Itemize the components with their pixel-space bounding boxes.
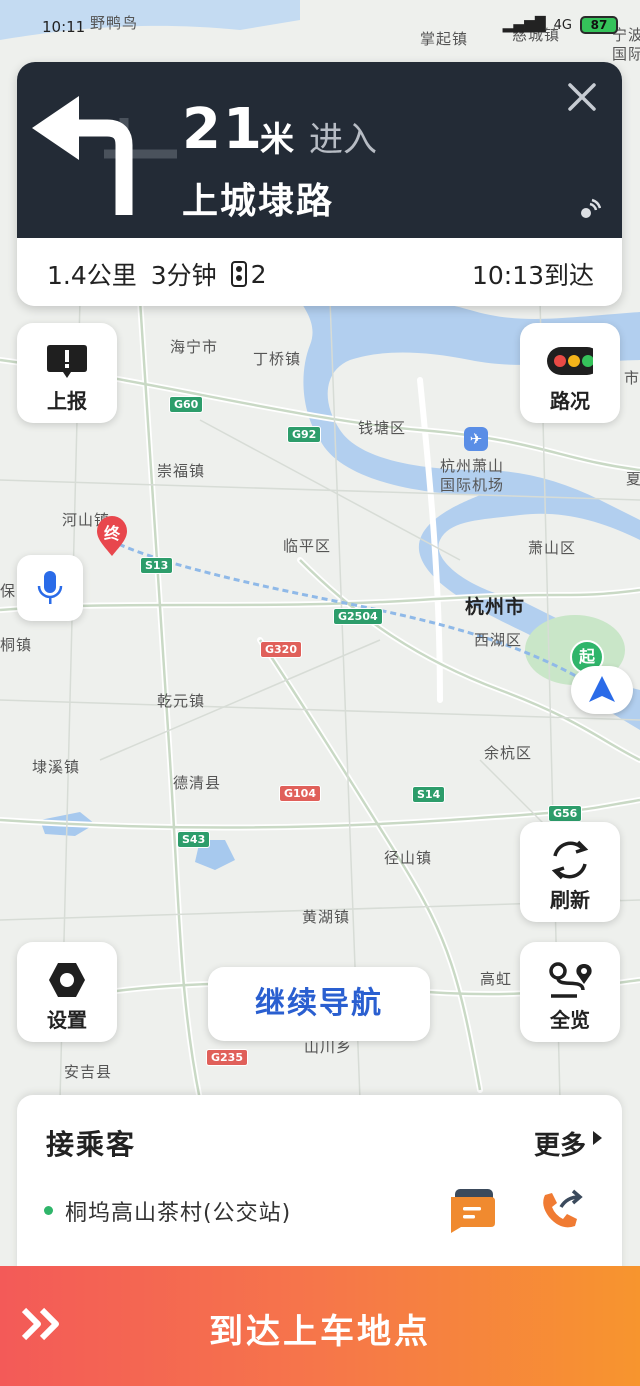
map-label: 径山镇 [384, 849, 433, 867]
road-shield: G235 [206, 1049, 248, 1066]
distance-value: 21 [182, 97, 264, 162]
road-shield: G320 [260, 641, 302, 658]
map-label: 海宁市 [170, 338, 219, 356]
traffic-light-icon [230, 261, 247, 287]
refresh-icon [547, 840, 593, 880]
turn-left-arrow-icon [32, 96, 177, 215]
route-overview-icon [547, 960, 593, 1000]
continue-navigation-button[interactable]: 继续导航 [208, 967, 430, 1041]
location-arrow-icon [589, 676, 615, 702]
network-type: 4G [553, 17, 572, 33]
road-shield: G2504 [333, 608, 383, 625]
destination-marker-label: 终 [103, 524, 120, 543]
status-bar: 10:11 ▂▄▆█ 4G 87 [0, 10, 640, 44]
map-label: 德清县 [173, 774, 222, 792]
navigation-card: 21 米 进入 上城埭路 1.4公里 3分钟 2 10:13到达 [17, 62, 622, 306]
close-icon[interactable] [565, 80, 599, 114]
voice-button[interactable] [17, 555, 83, 621]
traffic-light-icon [547, 341, 593, 381]
road-name: 上城埭路 [182, 181, 335, 222]
road-shield: S13 [140, 557, 174, 574]
map-label: 萧山区 [528, 539, 577, 557]
more-link[interactable]: 更多 [534, 1125, 586, 1162]
map-label: 国际 [612, 45, 640, 63]
pickup-location: 桐坞高山茶村(公交站) [65, 1201, 292, 1226]
settings-label: 设置 [47, 1008, 87, 1032]
map-label: 丁桥镇 [253, 350, 302, 368]
report-icon [44, 341, 90, 381]
map-label: 钱塘区 [358, 419, 407, 437]
map-label: 乾元镇 [157, 692, 206, 710]
settings-button[interactable]: 设置 [17, 942, 117, 1042]
turn-action: 进入 [309, 120, 377, 160]
map-label: 国际机场 [440, 476, 505, 494]
map-label: 市 [624, 369, 640, 387]
chevron-right-icon[interactable] [593, 1131, 602, 1145]
map-label: 埭溪镇 [32, 758, 81, 776]
voice-broadcast-icon[interactable] [577, 198, 601, 222]
road-shield: G56 [548, 805, 583, 822]
arrival-time: 10:13到达 [471, 261, 594, 290]
map-label: 高虹 [480, 970, 513, 988]
map-label: 安吉县 [64, 1063, 113, 1081]
status-time: 10:11 [42, 18, 86, 36]
road-shield: G104 [279, 785, 321, 802]
report-button[interactable]: 上报 [17, 323, 117, 423]
status-icons: ▂▄▆█ 4G 87 [503, 16, 618, 34]
map-label: 西湖区 [474, 631, 523, 649]
signal-icon: ▂▄▆█ [502, 17, 546, 33]
road-shield: G60 [169, 396, 204, 413]
overview-button[interactable]: 全览 [520, 942, 620, 1042]
trip-info: 1.4公里 3分钟 2 [47, 256, 267, 292]
status-dot [44, 1206, 53, 1215]
map-label: 崇福镇 [157, 462, 206, 480]
traffic-label: 路况 [550, 389, 590, 413]
settings-icon [44, 960, 90, 1000]
map-label: 余杭区 [484, 744, 533, 762]
message-icon[interactable] [449, 1187, 497, 1235]
arrive-pickup-button[interactable]: 到达上车地点 [0, 1266, 640, 1386]
airport-icon: ✈ [464, 427, 488, 451]
traffic-button[interactable]: 路况 [520, 323, 620, 423]
map-label: 夏 [626, 470, 640, 488]
traffic-light-group: 2 [230, 259, 267, 289]
panel-title: 接乘客 [46, 1128, 137, 1161]
microphone-icon [37, 571, 63, 604]
remaining-distance: 1.4公里 [47, 261, 137, 290]
map-label: 杭州萧山 [440, 457, 505, 475]
traffic-light-count: 2 [250, 259, 267, 289]
road-shield: G92 [287, 426, 322, 443]
report-label: 上报 [47, 389, 87, 413]
passenger-panel: 接乘客 更多 桐坞高山茶村(公交站) [17, 1095, 622, 1275]
overview-label: 全览 [550, 1008, 590, 1032]
map-label: 临平区 [283, 537, 332, 555]
current-location [571, 666, 633, 714]
phone-call-icon[interactable] [537, 1187, 585, 1235]
map-label: 保 [0, 582, 17, 600]
remaining-time: 3分钟 [150, 261, 217, 290]
road-shield: S14 [412, 786, 446, 803]
road-shield: S43 [177, 831, 211, 848]
map-label: 黄湖镇 [302, 908, 351, 926]
arrive-label: 到达上车地点 [209, 1312, 431, 1352]
battery-icon: 87 [580, 16, 618, 34]
map-label: 桐镇 [0, 636, 33, 654]
destination-marker[interactable]: 终 [95, 515, 129, 557]
refresh-button[interactable]: 刷新 [520, 822, 620, 922]
map-label: 杭州市 [465, 596, 526, 618]
distance-unit: 米 [260, 120, 294, 160]
navigation-instruction: 21 米 进入 上城埭路 [17, 62, 622, 238]
trip-summary: 1.4公里 3分钟 2 10:13到达 [17, 238, 622, 306]
refresh-label: 刷新 [550, 888, 590, 912]
